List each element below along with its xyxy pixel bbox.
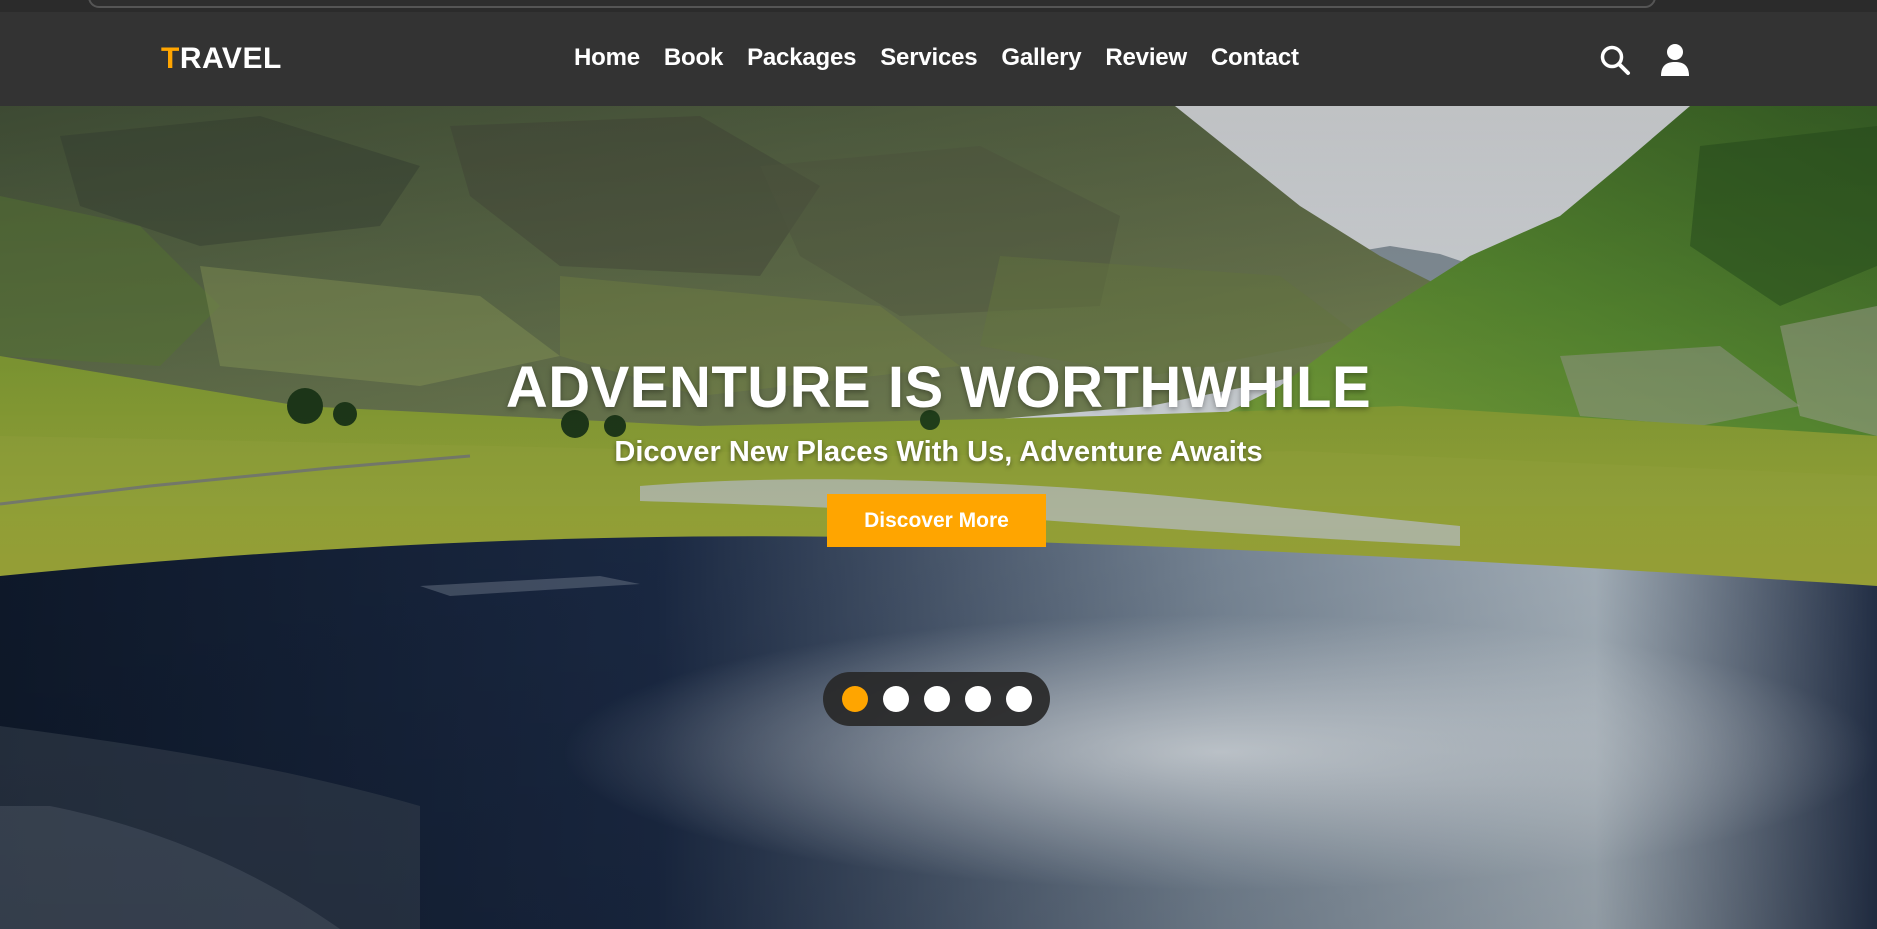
nav-link-book[interactable]: Book	[664, 44, 723, 72]
discover-more-button[interactable]: Discover More	[827, 494, 1046, 547]
search-button[interactable]	[1598, 42, 1632, 78]
slide-dot-1[interactable]	[841, 686, 868, 712]
user-icon	[1661, 44, 1689, 76]
nav-link-contact[interactable]: Contact	[1211, 44, 1299, 72]
nav-link-packages[interactable]: Packages	[747, 44, 856, 72]
slide-dot-3[interactable]	[923, 686, 950, 712]
logo[interactable]: TRAVEL	[161, 42, 282, 76]
nav-link-services[interactable]: Services	[880, 44, 977, 72]
search-icon	[1600, 45, 1630, 75]
nav-link-home[interactable]: Home	[574, 44, 640, 72]
slider-pagination	[823, 672, 1050, 726]
header-actions	[1598, 42, 1692, 78]
logo-accent-letter: T	[161, 42, 180, 75]
user-account-button[interactable]	[1658, 42, 1692, 78]
slide-dot-4[interactable]	[964, 686, 991, 712]
browser-address-bar[interactable]	[88, 0, 1656, 8]
slide-dot-2[interactable]	[882, 686, 909, 712]
hero-section: ADVENTURE IS WORTHWHILE Dicover New Plac…	[0, 106, 1877, 929]
browser-top-strip	[0, 0, 1877, 12]
main-nav: Home Book Packages Services Gallery Revi…	[574, 44, 1323, 72]
slide-dot-5[interactable]	[1005, 686, 1032, 712]
nav-link-gallery[interactable]: Gallery	[1001, 44, 1081, 72]
hero-subtitle: Dicover New Places With Us, Adventure Aw…	[614, 436, 1263, 468]
hero-title: ADVENTURE IS WORTHWHILE	[505, 355, 1372, 420]
logo-text: RAVEL	[179, 42, 282, 75]
nav-link-review[interactable]: Review	[1105, 44, 1187, 72]
site-header: TRAVEL Home Book Packages Services Galle…	[0, 12, 1877, 106]
